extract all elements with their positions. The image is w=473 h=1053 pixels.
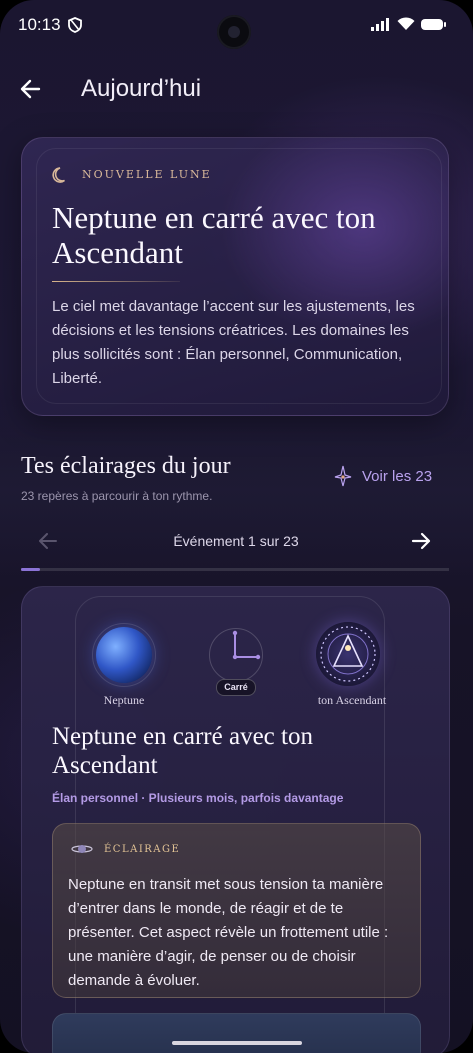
insight-box: ÉCLAIRAGE Neptune en transit met sous te… xyxy=(52,823,421,998)
next-section-card xyxy=(52,1013,421,1053)
next-arrow-icon[interactable] xyxy=(410,530,432,552)
event-meta: Élan personnel · Plusieurs mois, parfois… xyxy=(52,791,344,805)
wifi-icon xyxy=(397,17,415,30)
see-all-label: Voir les 23 xyxy=(362,467,433,485)
shield-icon xyxy=(68,17,82,33)
event-pager: Événement 1 sur 23 xyxy=(21,524,451,558)
see-all-button[interactable]: Voir les 23 xyxy=(334,465,432,487)
page-title: Aujourd’hui xyxy=(81,75,202,102)
highlight-title: Neptune en carré avec ton Ascendant xyxy=(52,200,376,270)
screen: 10:13 Aujourd’hui NOUVELLE LUNE Neptune … xyxy=(0,0,473,1053)
status-time: 10:13 xyxy=(18,15,61,34)
pager-progress xyxy=(21,568,449,571)
front-camera xyxy=(217,15,251,49)
planet-ring-icon xyxy=(71,845,93,853)
aspect-clock-icon xyxy=(209,628,263,682)
insight-label: ÉCLAIRAGE xyxy=(104,844,181,855)
app-header: Aujourd’hui xyxy=(0,70,473,110)
status-bar: 10:13 xyxy=(0,0,473,50)
compass-star-icon xyxy=(334,465,352,487)
section-title: Tes éclairages du jour xyxy=(21,453,231,479)
back-arrow-icon[interactable] xyxy=(18,76,44,102)
insight-text: Neptune en transit met sous tension ta m… xyxy=(68,876,389,989)
status-icons xyxy=(371,17,446,31)
section-subtitle: 23 repères à parcourir à ton rythme. xyxy=(21,489,213,503)
event-counter: Événement 1 sur 23 xyxy=(173,533,299,549)
aspect-badge: Carré xyxy=(216,679,256,696)
signal-icon xyxy=(371,17,389,31)
highlight-description: Le ciel met davantage l’accent sur les a… xyxy=(52,298,415,387)
home-indicator xyxy=(172,1041,302,1045)
daily-highlight-card[interactable]: NOUVELLE LUNE Neptune en carré avec ton … xyxy=(21,137,449,416)
moon-phase-label: NOUVELLE LUNE xyxy=(82,168,212,181)
neptune-planet-icon xyxy=(92,623,156,687)
event-card[interactable]: Neptune Carré ton Ascendant Neptune en c… xyxy=(21,586,450,1053)
divider xyxy=(52,281,180,282)
moon-icon xyxy=(52,167,65,183)
ascendant-zodiac-icon xyxy=(316,622,380,686)
pager-progress-fill xyxy=(21,568,41,571)
event-title: Neptune en carré avec ton Ascendant xyxy=(52,723,313,779)
planet-label: ton Ascendant xyxy=(317,693,387,707)
planet-label: Neptune xyxy=(103,693,145,707)
battery-icon xyxy=(421,18,446,30)
